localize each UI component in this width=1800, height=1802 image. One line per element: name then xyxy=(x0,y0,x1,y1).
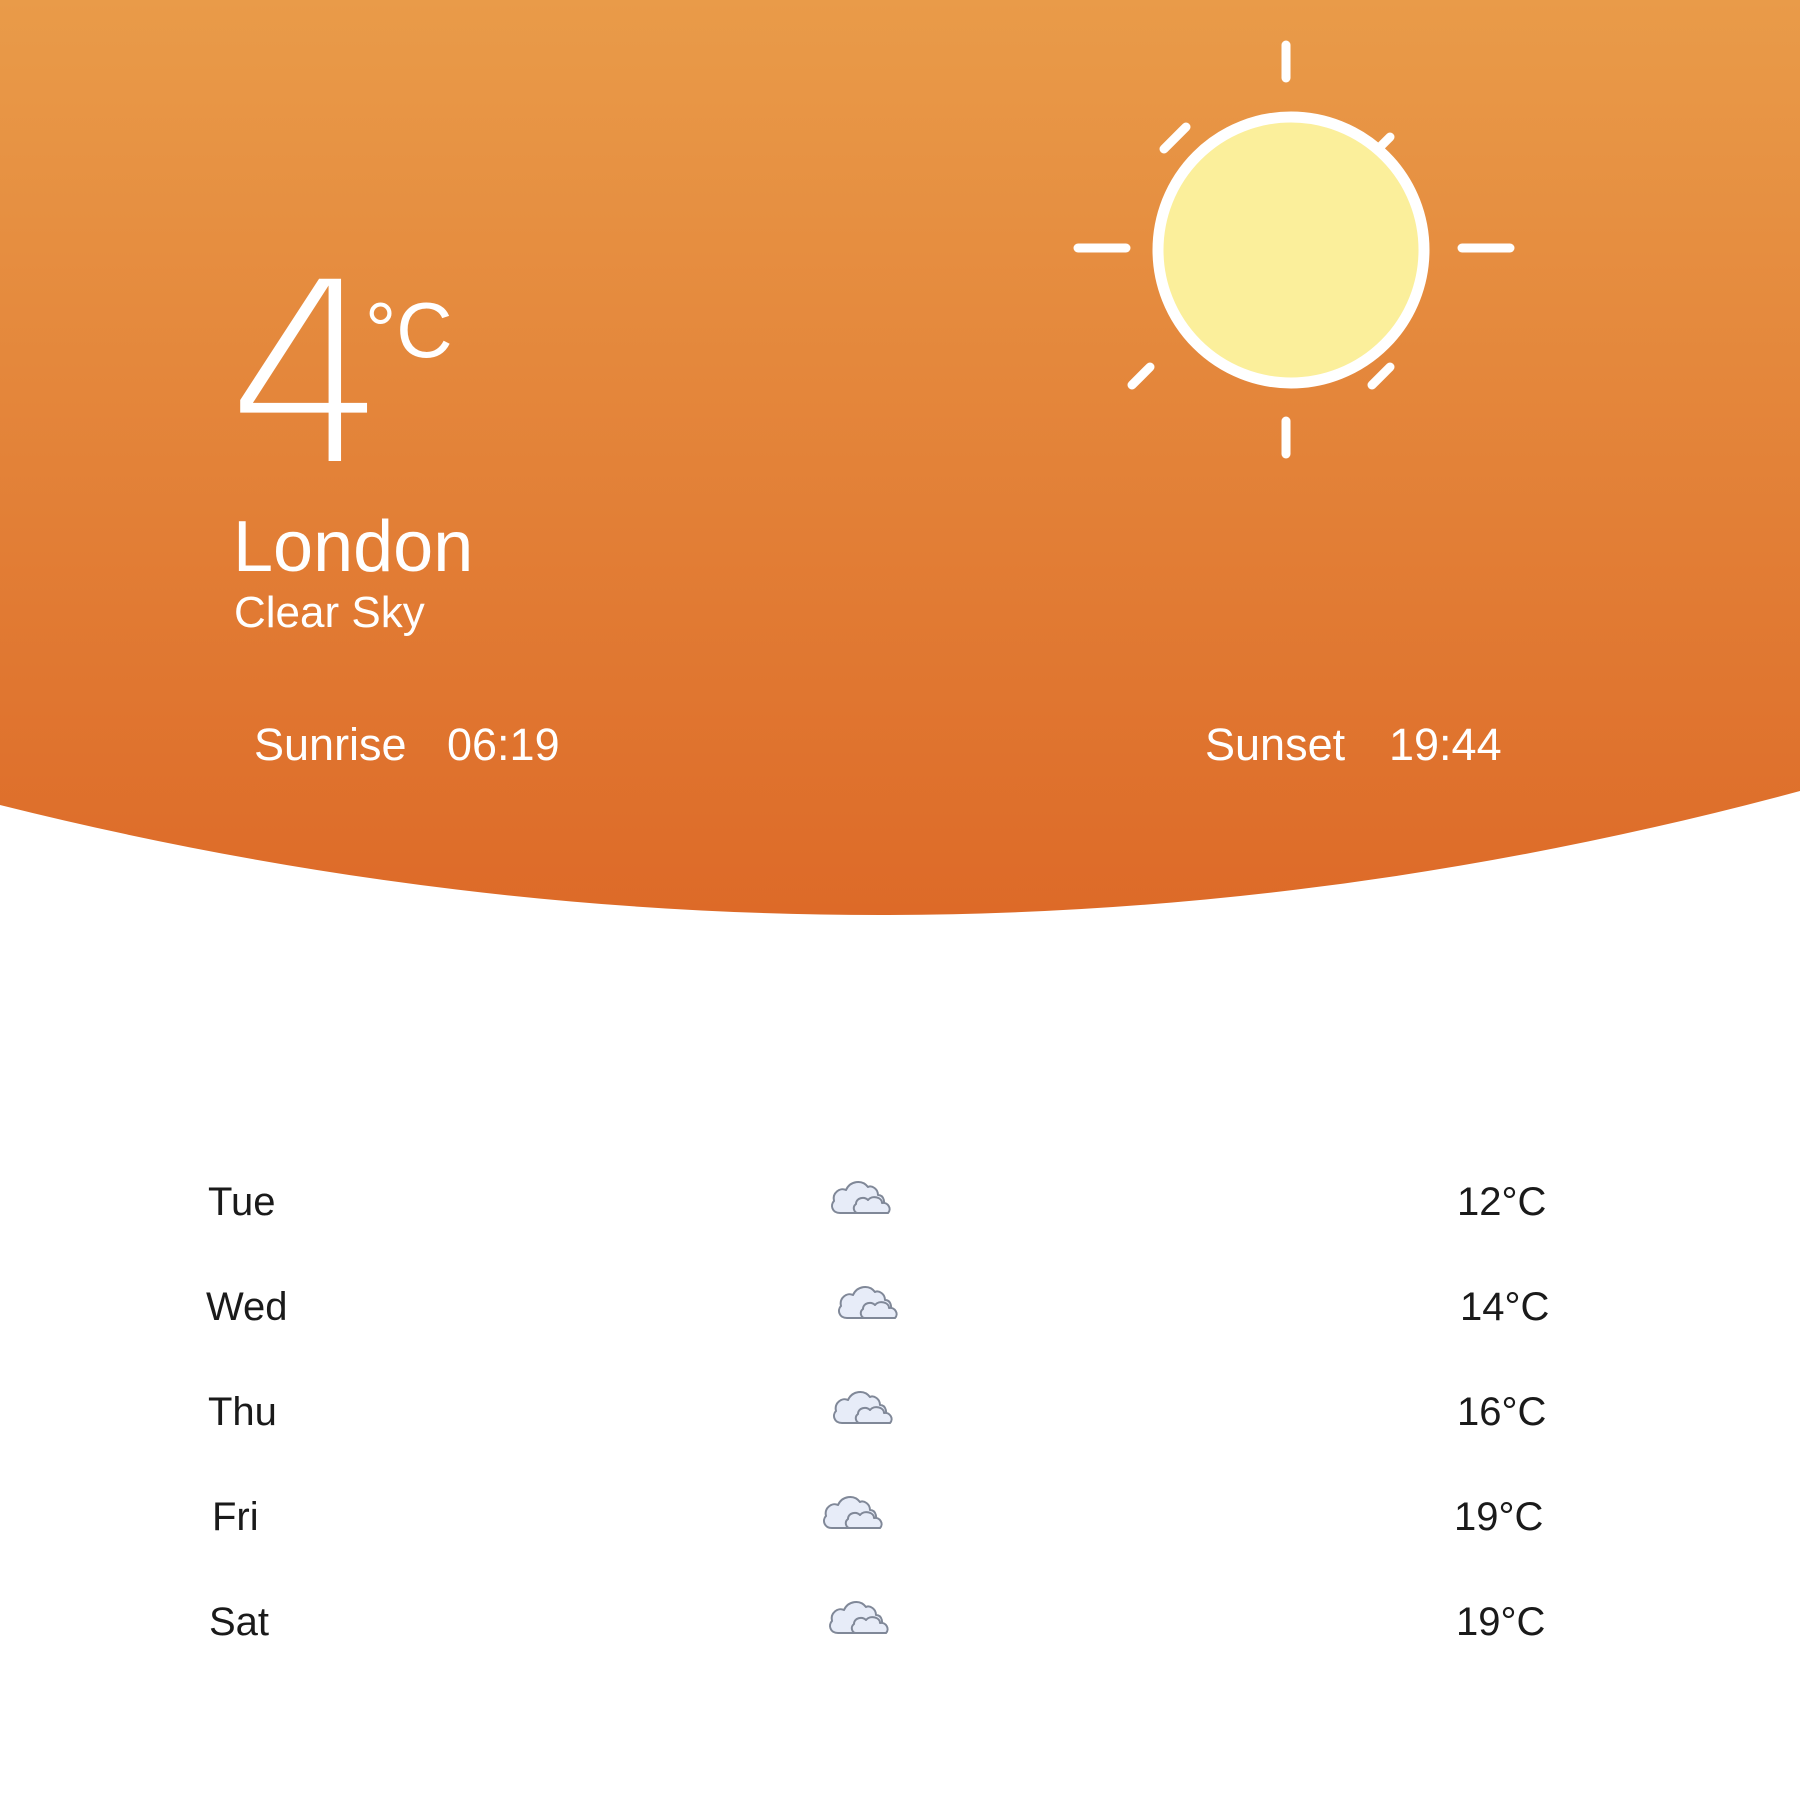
weather-app: 4 °C London Clear Sky Sunrise 06:19 Suns… xyxy=(0,0,1800,1802)
forecast-row: Sat 19°C xyxy=(0,1587,1800,1667)
forecast-day: Tue xyxy=(208,1180,276,1224)
sunrise-label: Sunrise xyxy=(254,719,407,770)
forecast-temp: 12°C xyxy=(1457,1180,1547,1224)
cloud-icon xyxy=(829,1601,889,1634)
forecast-temp: 19°C xyxy=(1454,1495,1544,1539)
weather-condition: Clear Sky xyxy=(234,588,425,637)
forecast-row: Wed 14°C xyxy=(0,1272,1800,1352)
forecast-day: Sat xyxy=(209,1600,270,1644)
cloud-icon xyxy=(823,1496,883,1529)
cloud-icon xyxy=(831,1181,891,1214)
current-temperature: 4 xyxy=(228,229,387,520)
forecast-row: Thu 16°C xyxy=(0,1377,1800,1457)
forecast-day: Wed xyxy=(206,1285,288,1329)
forecast-day: Fri xyxy=(212,1495,259,1539)
forecast-row: Tue 12°C xyxy=(0,1167,1800,1247)
forecast-temp: 14°C xyxy=(1460,1285,1550,1329)
cloud-icon xyxy=(838,1286,898,1319)
sunrise-time: 06:19 xyxy=(447,719,560,770)
sunset-label: Sunset xyxy=(1205,719,1346,770)
sun-icon xyxy=(1073,40,1515,459)
forecast-row: Fri 19°C xyxy=(0,1482,1800,1562)
forecast-temp: 16°C xyxy=(1457,1390,1547,1434)
sunset-time: 19:44 xyxy=(1389,719,1502,770)
temperature-unit: °C xyxy=(365,286,453,374)
forecast-temp: 19°C xyxy=(1456,1600,1546,1644)
cloud-icon xyxy=(833,1391,893,1424)
city-name: London xyxy=(233,507,474,587)
forecast-day: Thu xyxy=(208,1390,277,1434)
